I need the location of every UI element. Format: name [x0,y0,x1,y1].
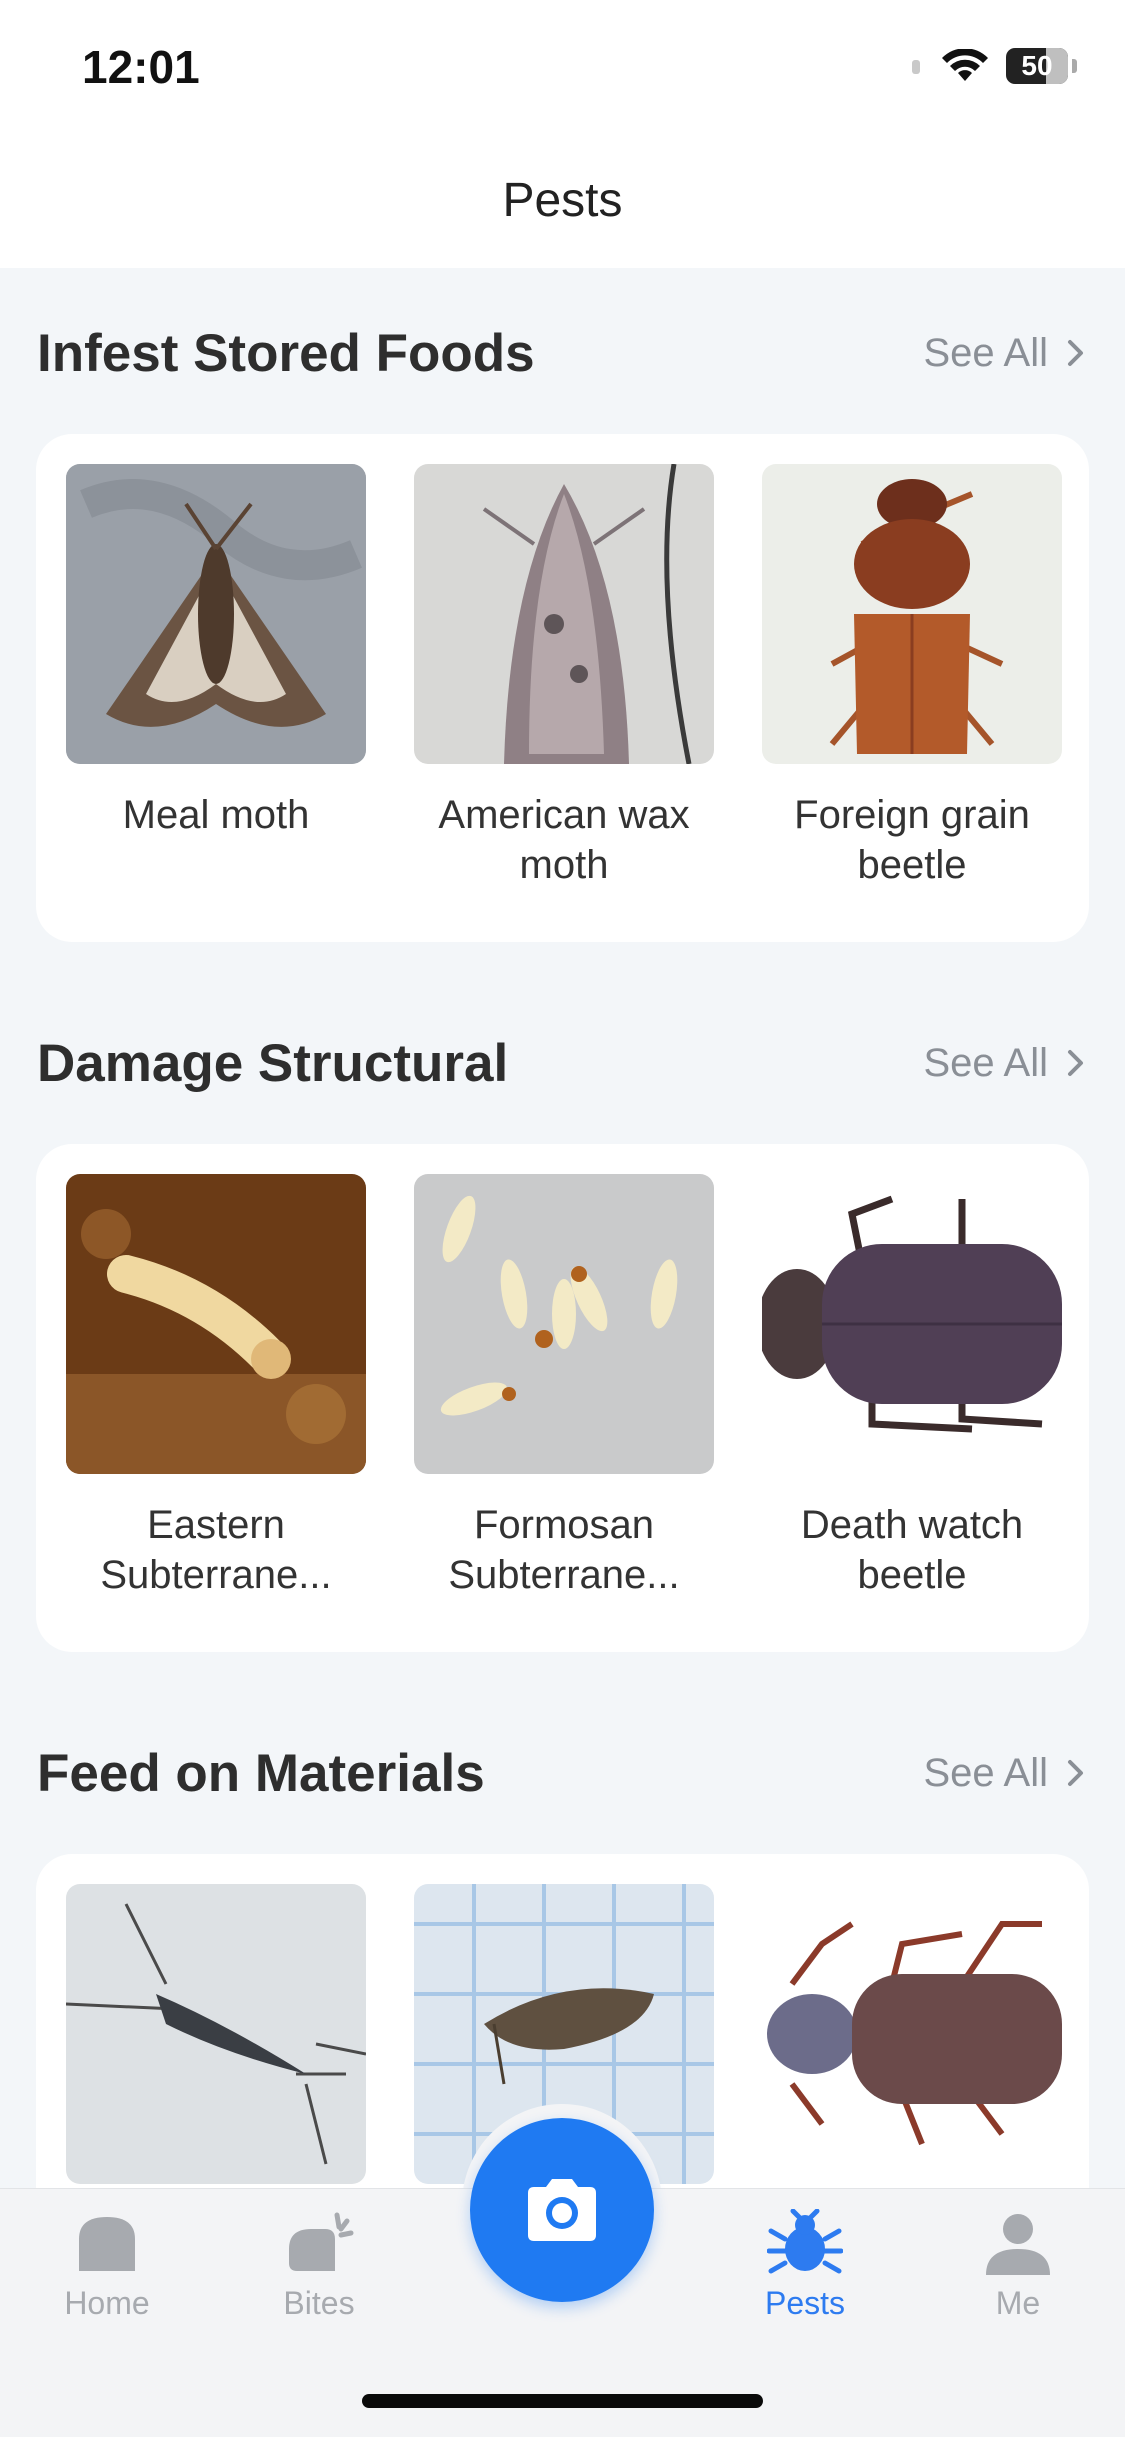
pest-image [66,464,366,764]
signal-icon [912,60,920,74]
pest-label: Formosan Subterrane... [448,1503,680,1597]
pest-image [66,1174,366,1474]
chevron-right-icon [1068,1050,1083,1076]
chevron-right-icon [1068,1760,1083,1786]
section-title: Feed on Materials [37,1743,485,1803]
pest-card-infest-stored-foods: Meal moth American wax moth Foreign grai… [36,434,1089,942]
battery-tip [1072,59,1077,73]
pest-item-eastern-subterranean[interactable]: Eastern Subterrane... [66,1174,366,1600]
pest-item-beetle[interactable] [762,1884,1062,2210]
pest-label: Eastern Subterrane... [100,1503,332,1597]
see-all-button[interactable]: See All [923,331,1088,376]
see-all-label: See All [923,330,1048,375]
section-header-damage-structural: Damage Structural See All [37,1023,1088,1103]
pest-image [414,1174,714,1474]
pest-label: American wax moth [438,793,690,887]
home-icon [79,2217,135,2271]
pest-image [414,464,714,764]
chevron-right-icon [1068,340,1083,366]
battery-level: 50 [1021,50,1053,81]
tab-pests[interactable]: Pests [725,2209,885,2322]
bug-icon [767,2209,843,2274]
tab-home[interactable]: Home [27,2209,187,2322]
tab-label: Me [995,2285,1041,2321]
tab-label: Home [64,2285,150,2321]
status-icons: 50 [910,48,1077,84]
pest-image [66,1884,366,2184]
see-all-button[interactable]: See All [923,1751,1088,1796]
wifi-icon [942,49,988,81]
section-header-infest-stored-foods: Infest Stored Foods See All [37,313,1088,393]
status-time: 12:01 [82,41,200,93]
see-all-button[interactable]: See All [923,1041,1088,1086]
page-title: Pests [502,174,623,227]
pest-image [762,1174,1062,1474]
pest-item-formosan-subterranean[interactable]: Formosan Subterrane... [414,1174,714,1600]
pest-item-foreign-grain-beetle[interactable]: Foreign grain beetle [762,464,1062,890]
section-header-feed-on-materials: Feed on Materials See All [37,1733,1088,1813]
pest-item-meal-moth[interactable]: Meal moth [66,464,366,890]
see-all-label: See All [923,1040,1048,1085]
pest-label: Meal moth [122,793,310,837]
person-icon [986,2214,1050,2275]
pest-item-death-watch-beetle[interactable]: Death watch beetle [762,1174,1062,1600]
pest-label: Foreign grain beetle [794,793,1030,887]
nav-header: Pests [0,135,1125,268]
section-title: Damage Structural [37,1033,509,1093]
camera-icon [528,2179,596,2241]
tab-bites[interactable]: Bites [239,2209,399,2322]
home-indicator [362,2394,763,2408]
camera-button[interactable] [470,2118,654,2302]
bites-icon [289,2212,354,2271]
tab-label: Pests [764,2285,846,2321]
status-bar: 12:01 50 [0,0,1125,135]
tab-me[interactable]: Me [938,2209,1098,2322]
pest-item-silverfish[interactable] [66,1884,366,2210]
pest-item-american-wax-moth[interactable]: American wax moth [414,464,714,890]
section-title: Infest Stored Foods [37,323,535,383]
pest-image [762,464,1062,764]
battery-icon: 50 [1006,48,1068,84]
tab-label: Bites [283,2285,355,2321]
pest-card-damage-structural: Eastern Subterrane... Formosan Subterran… [36,1144,1089,1652]
see-all-label: See All [923,1750,1048,1795]
pest-label: Death watch beetle [800,1503,1024,1597]
pest-image [762,1884,1062,2184]
